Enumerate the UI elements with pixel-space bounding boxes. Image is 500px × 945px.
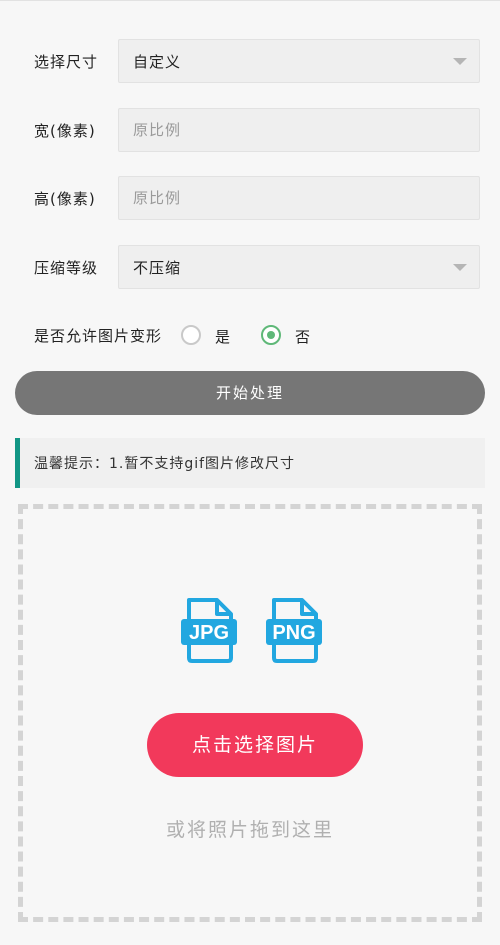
size-select[interactable]: 自定义 — [118, 39, 480, 83]
deform-yes-radio[interactable] — [181, 325, 201, 345]
chevron-down-icon — [453, 264, 467, 271]
width-field-box — [118, 108, 480, 152]
compression-select-value: 不压缩 — [133, 259, 182, 277]
tip-banner: 温馨提示：1.暂不支持gif图片修改尺寸 — [15, 438, 485, 488]
width-input[interactable] — [119, 109, 479, 151]
drag-hint-text: 或将照片拖到这里 — [165, 819, 334, 841]
png-file-icon: PNG — [266, 598, 322, 663]
upload-drop-zone[interactable]: JPG PNG 点击选择图片 或将照片拖到这里 — [18, 504, 482, 922]
compression-label: 压缩等级 — [34, 259, 99, 277]
jpg-file-icon: JPG — [181, 598, 237, 663]
start-processing-button[interactable]: 开始处理 — [15, 371, 485, 415]
deform-yes-label[interactable]: 是 — [215, 326, 230, 347]
image-resize-page: 选择尺寸 自定义 宽(像素) 高(像素) 压缩等级 不压缩 是否允许图片变形 是… — [0, 0, 500, 945]
width-label: 宽(像素) — [34, 122, 96, 140]
deform-row: 是否允许图片变形 是 否 — [0, 321, 500, 351]
compression-row: 压缩等级 不压缩 — [0, 245, 500, 289]
height-input[interactable] — [119, 177, 479, 219]
chevron-down-icon — [453, 58, 467, 65]
png-icon-text: PNG — [272, 622, 315, 644]
jpg-icon-text: JPG — [189, 622, 229, 644]
width-row: 宽(像素) — [0, 108, 500, 152]
deform-label: 是否允许图片变形 — [34, 327, 163, 345]
size-select-value: 自定义 — [133, 53, 182, 71]
height-row: 高(像素) — [0, 176, 500, 220]
height-label: 高(像素) — [34, 190, 96, 208]
deform-no-radio[interactable] — [261, 325, 281, 345]
height-field-box — [118, 176, 480, 220]
deform-no-label[interactable]: 否 — [295, 326, 310, 347]
tip-text: 温馨提示：1.暂不支持gif图片修改尺寸 — [34, 456, 296, 472]
compression-select[interactable]: 不压缩 — [118, 245, 480, 289]
choose-image-button[interactable]: 点击选择图片 — [147, 713, 363, 777]
size-row: 选择尺寸 自定义 — [0, 39, 500, 83]
size-label: 选择尺寸 — [34, 53, 99, 71]
